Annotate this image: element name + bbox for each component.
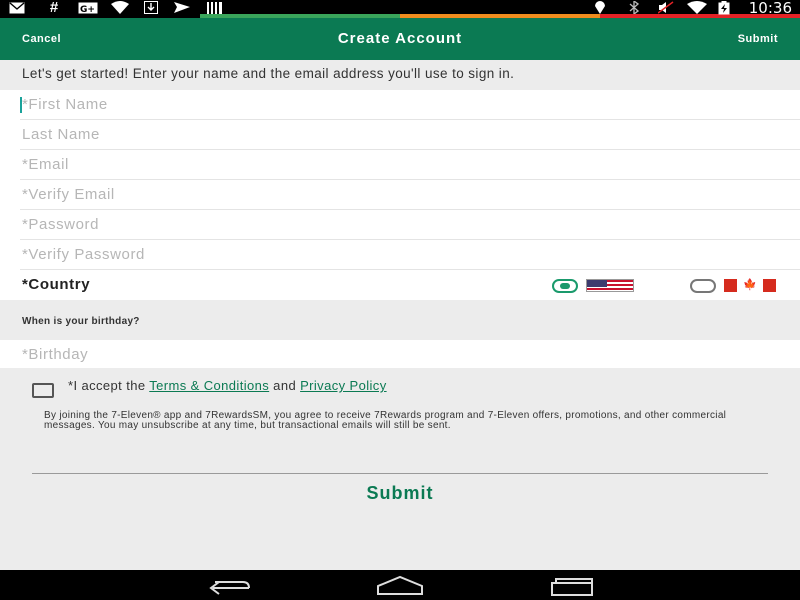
header-submit-button[interactable]: Submit	[738, 18, 778, 60]
wifi-signal-icon	[686, 1, 708, 14]
verify-password-field[interactable]	[20, 240, 800, 269]
mail-icon	[8, 1, 26, 14]
email-row	[20, 150, 800, 180]
last-name-field[interactable]	[20, 120, 800, 149]
location-icon	[593, 1, 607, 14]
home-icon[interactable]	[376, 574, 424, 596]
verify-email-field[interactable]	[20, 180, 800, 209]
hash-icon: #	[49, 0, 59, 16]
bluetooth-icon	[627, 1, 641, 14]
birthday-field[interactable]	[22, 340, 782, 368]
status-bar: # G+ 10:36	[0, 0, 800, 18]
create-account-form-area: Let's get started! Enter your name and t…	[0, 60, 800, 570]
first-name-field[interactable]	[20, 90, 800, 119]
terms-and: and	[269, 378, 301, 393]
mute-icon	[657, 1, 675, 14]
country-radio-canada[interactable]	[690, 279, 716, 293]
birthday-row	[0, 340, 800, 368]
us-flag-icon	[586, 279, 634, 292]
terms-conditions-link[interactable]: Terms & Conditions	[149, 378, 269, 393]
intro-text: Let's get started! Enter your name and t…	[22, 66, 515, 81]
text-caret	[20, 97, 22, 113]
terms-prefix: *I accept the	[68, 378, 150, 393]
country-radio-us[interactable]	[552, 279, 578, 293]
recents-icon[interactable]	[548, 574, 596, 596]
country-row: *Country 🍁	[20, 270, 800, 300]
terms-label: *I accept the Terms & Conditions and Pri…	[68, 378, 387, 394]
terms-checkbox[interactable]	[32, 383, 54, 398]
cancel-button[interactable]: Cancel	[22, 18, 61, 60]
svg-text:G+: G+	[80, 5, 95, 14]
disclaimer-text: By joining the 7-Eleven® app and 7Reward…	[44, 410, 727, 431]
google-plus-icon: G+	[78, 1, 98, 14]
privacy-policy-link[interactable]: Privacy Policy	[300, 378, 387, 393]
password-row	[20, 210, 800, 240]
verify-email-row	[20, 180, 800, 210]
divider	[32, 473, 768, 474]
terms-row: *I accept the Terms & Conditions and Pri…	[0, 378, 800, 402]
wifi-icon	[110, 1, 130, 14]
barcode-icon	[206, 1, 224, 14]
navigation-bar	[0, 570, 800, 600]
canada-flag-icon: 🍁	[724, 279, 776, 292]
email-field[interactable]	[20, 150, 800, 179]
send-icon	[173, 1, 191, 14]
submit-button[interactable]: Submit	[0, 483, 800, 504]
clock: 10:36	[748, 0, 792, 17]
verify-password-row	[20, 240, 800, 270]
country-label: *Country	[22, 276, 91, 293]
page-title: Create Account	[337, 30, 463, 47]
last-name-row	[20, 120, 800, 150]
first-name-row	[20, 90, 800, 120]
battery-icon	[716, 0, 732, 14]
password-field[interactable]	[20, 210, 800, 239]
download-icon	[143, 1, 159, 14]
back-icon[interactable]	[205, 574, 253, 596]
birthday-question: When is your birthday?	[22, 316, 140, 327]
app-bar: Cancel Create Account Submit	[0, 18, 800, 60]
account-form: *Country 🍁	[0, 90, 800, 300]
